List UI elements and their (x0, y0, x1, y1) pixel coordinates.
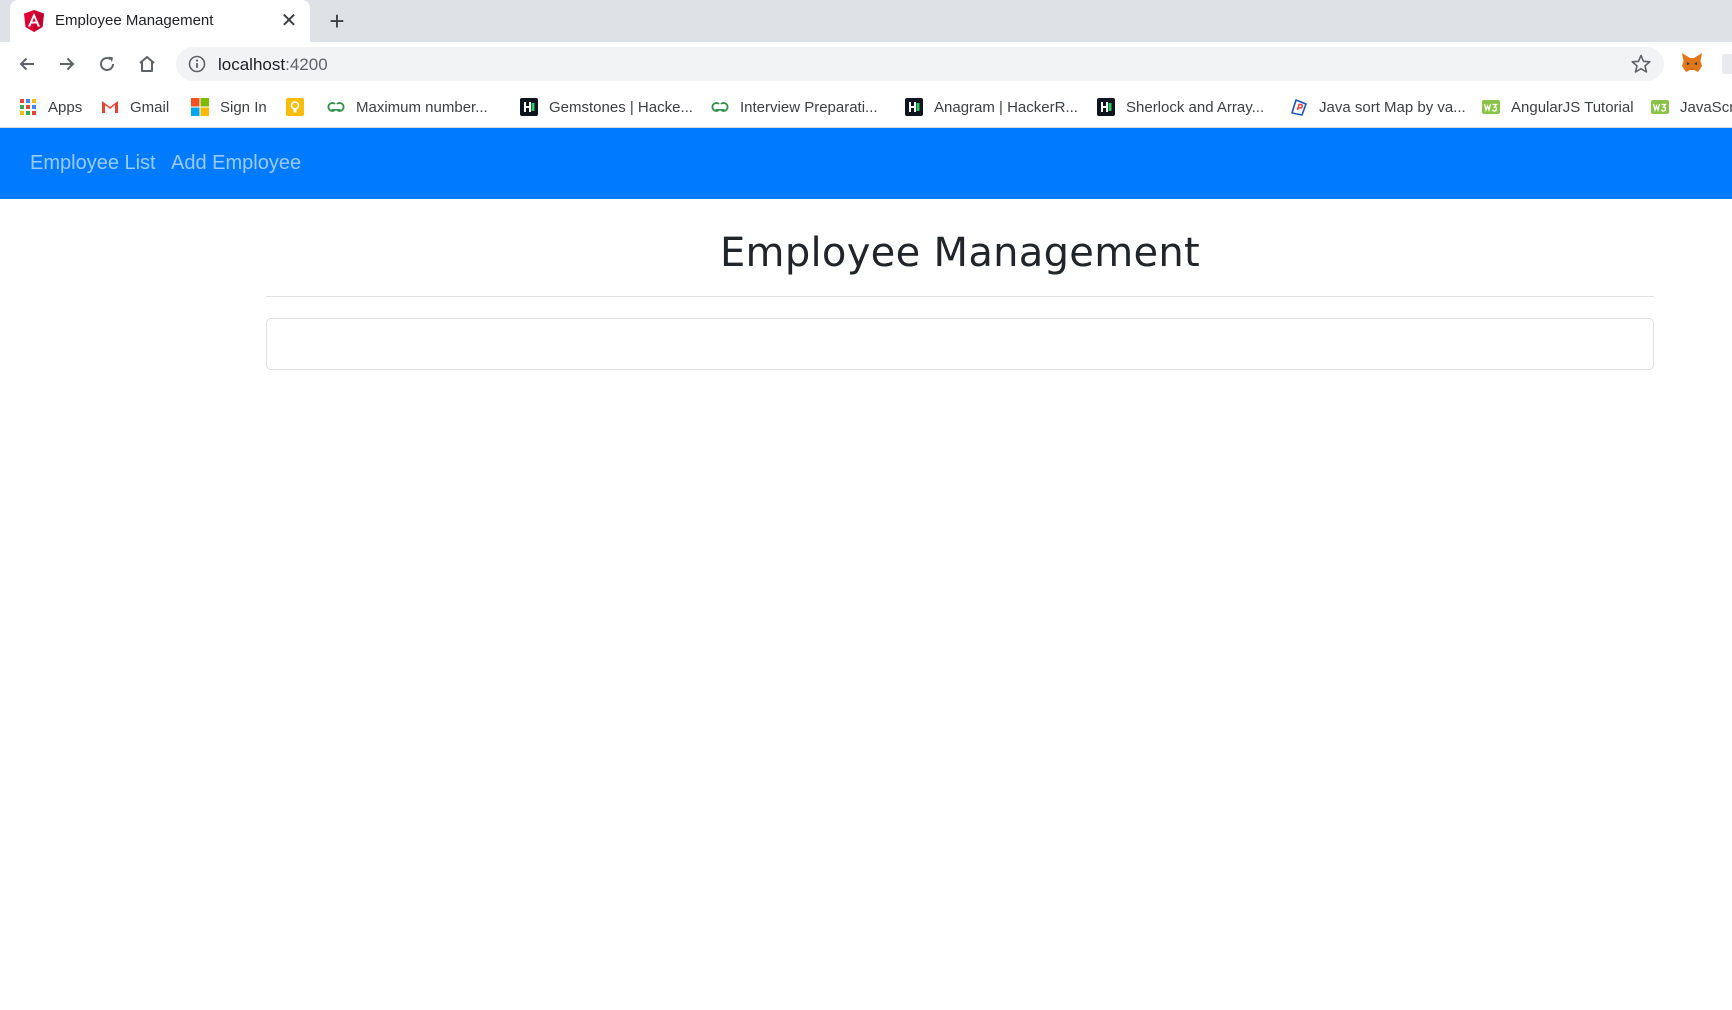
url-text: localhost:4200 (218, 55, 328, 75)
reload-icon[interactable] (92, 49, 122, 79)
bookmark-gfg-maximum[interactable]: Maximum number... (326, 95, 488, 119)
keep-icon (286, 98, 304, 116)
bookmark-gmail[interactable]: Gmail (100, 95, 169, 119)
hackerrank-icon (1097, 98, 1115, 116)
content-card (266, 318, 1654, 370)
home-icon[interactable] (132, 49, 162, 79)
browser-toolbar: localhost:4200 (0, 42, 1732, 86)
bookmark-label: Interview Preparati... (740, 98, 878, 116)
hackerrank-icon (520, 98, 538, 116)
info-icon[interactable] (188, 55, 206, 73)
bookmark-javascript[interactable]: JavaScri (1650, 95, 1732, 119)
bookmark-anagram[interactable]: Anagram | HackerR... (904, 95, 1078, 119)
gfg-icon (711, 102, 729, 112)
bookmark-sherlock[interactable]: Sherlock and Array... (1096, 95, 1264, 119)
extension-icon[interactable] (1722, 54, 1732, 74)
bookmark-label: Maximum number... (356, 98, 488, 116)
bookmark-sign-in[interactable]: Sign In (190, 95, 267, 119)
bookmark-p-icon (1291, 99, 1307, 116)
url-port: :4200 (285, 55, 328, 74)
bookmark-apps[interactable]: Apps (18, 95, 82, 119)
bookmark-keep[interactable] (285, 95, 305, 119)
nav-employee-list[interactable]: Employee List (30, 152, 156, 175)
microsoft-icon (191, 98, 209, 116)
app-navbar: Employee List Add Employee (0, 128, 1732, 199)
url-host: localhost (218, 55, 286, 74)
new-tab-icon[interactable]: + (325, 8, 349, 34)
w3schools-icon (1651, 100, 1669, 114)
w3schools-icon (1482, 100, 1500, 114)
bookmark-gfg-interview[interactable]: Interview Preparati... (710, 95, 878, 119)
bookmark-label: Gmail (130, 98, 170, 116)
bookmark-label: Sign In (220, 98, 267, 116)
angular-logo-icon (24, 10, 44, 32)
bookmarks-bar: Apps Gmail Sign In Maximum number... Gem… (0, 86, 1732, 128)
browser-tab[interactable]: Employee Management ✕ (10, 0, 310, 42)
bookmark-label: Gemstones | Hacke... (549, 98, 693, 116)
bookmark-label: Anagram | HackerR... (934, 98, 1078, 116)
bookmark-java-sort[interactable]: Java sort Map by va... (1289, 95, 1466, 119)
page-title: Employee Management (719, 230, 1201, 276)
bookmark-label: JavaScri (1680, 98, 1732, 116)
tab-title: Employee Management (55, 12, 214, 29)
tab-close-icon[interactable]: ✕ (278, 10, 300, 32)
bookmark-star-icon[interactable] (1630, 53, 1652, 75)
tab-strip: Employee Management ✕ + (0, 0, 1732, 42)
bookmark-label: Apps (48, 98, 83, 116)
bookmark-label: AngularJS Tutorial (1511, 98, 1634, 116)
gmail-icon (102, 101, 118, 113)
bookmark-label: Sherlock and Array... (1126, 98, 1265, 116)
bookmark-angularjs-tutorial[interactable]: AngularJS Tutorial (1481, 95, 1634, 119)
back-icon[interactable] (12, 49, 42, 79)
bookmark-label: Java sort Map by va... (1319, 98, 1466, 116)
gfg-icon (327, 102, 345, 112)
apps-grid-icon (20, 99, 36, 115)
forward-icon[interactable] (52, 49, 82, 79)
address-bar[interactable]: localhost:4200 (176, 47, 1664, 81)
hackerrank-icon (905, 98, 923, 116)
divider (266, 296, 1654, 297)
metamask-extension-icon[interactable] (1680, 52, 1704, 74)
bookmark-gemstones[interactable]: Gemstones | Hacke... (519, 95, 693, 119)
nav-add-employee[interactable]: Add Employee (171, 152, 301, 175)
